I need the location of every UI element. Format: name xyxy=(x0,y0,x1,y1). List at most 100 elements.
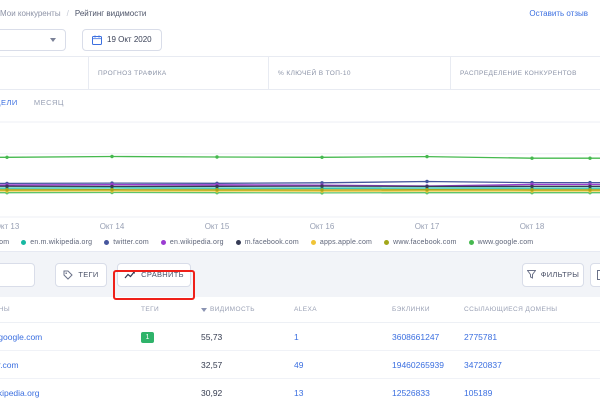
data-point xyxy=(5,156,8,159)
table-row: en.wikipedia.org 30,921312526833105189 xyxy=(0,379,600,400)
alexa-rank-link[interactable]: 13 xyxy=(294,388,392,398)
data-point xyxy=(215,185,218,188)
visibility-value: 30,92 xyxy=(201,388,294,398)
legend-item[interactable]: twitter.com xyxy=(104,239,149,246)
column-header-ref-domains[interactable]: ССЫЛАЮЩИЕСЯ ДОМЕНЫ xyxy=(464,306,600,313)
legend-dot xyxy=(311,240,316,245)
backlinks-link[interactable]: 19460265939 xyxy=(392,360,464,370)
chart-legend: youtube.com en.m.wikipedia.org twitter.com… xyxy=(0,239,600,246)
data-point xyxy=(320,156,323,159)
legend-label: www.facebook.com xyxy=(393,239,457,246)
data-point xyxy=(215,155,218,158)
tab-keys-in-top10[interactable]: % КЛЮЧЕЙ В ТОП-10 xyxy=(268,57,450,89)
sort-desc-icon xyxy=(201,308,207,312)
x-axis-label: Окт 16 xyxy=(310,222,335,231)
legend-item[interactable]: m.facebook.com xyxy=(236,239,299,246)
ref-domains-link[interactable]: 2775781 xyxy=(464,332,600,342)
data-point xyxy=(530,185,533,188)
legend-item[interactable]: www.google.com xyxy=(469,239,534,246)
column-header-visibility-label: ВИДИМОСТЬ xyxy=(210,306,255,313)
legend-label: en.m.wikipedia.org xyxy=(30,239,92,246)
tab-truncated xyxy=(0,57,88,89)
legend-dot xyxy=(161,240,166,245)
domains-table: ДОМЕНЫ ТЕГИ ВИДИМОСТЬ ALEXA БЭКЛИНКИ ССЫ… xyxy=(0,297,600,400)
column-header-tags[interactable]: ТЕГИ xyxy=(141,306,201,313)
cell-tags: 1 xyxy=(141,331,201,343)
lower-section: ТЕГИ СРАВНИТЬ ФИЛЬТРЫ xyxy=(0,252,600,400)
column-header-visibility[interactable]: ВИДИМОСТЬ xyxy=(201,306,294,313)
data-point xyxy=(425,180,428,183)
data-point xyxy=(215,188,218,191)
search-field[interactable] xyxy=(0,263,35,287)
project-select[interactable] xyxy=(0,29,66,51)
domain-link[interactable]: www.google.com xyxy=(0,332,141,342)
compare-button[interactable]: СРАВНИТЬ xyxy=(117,263,191,287)
x-axis-label: Окт 18 xyxy=(520,222,545,231)
period-option-weeks[interactable]: НЕДЕЛИ xyxy=(0,98,18,107)
domain-link[interactable]: en.wikipedia.org xyxy=(0,388,141,398)
app-viewport: Мои конкуренты / Рейтинг видимости Остав… xyxy=(0,0,600,400)
compare-button-label: СРАВНИТЬ xyxy=(141,270,184,279)
legend-label: youtube.com xyxy=(0,239,9,246)
tab-competitor-distribution[interactable]: РАСПРЕДЕЛЕНИЕ КОНКУРЕНТОВ xyxy=(450,57,600,89)
filters-button[interactable]: ФИЛЬТРЫ xyxy=(522,263,584,287)
breadcrumb-separator: / xyxy=(67,9,69,18)
legend-item[interactable]: www.facebook.com xyxy=(384,239,457,246)
tag-icon xyxy=(63,270,73,280)
breadcrumb: Мои конкуренты / Рейтинг видимости xyxy=(0,9,146,18)
data-point-end xyxy=(588,185,591,188)
data-point xyxy=(320,188,323,191)
top-bar: Мои конкуренты / Рейтинг видимости Остав… xyxy=(0,0,600,23)
data-point xyxy=(110,188,113,191)
legend-item[interactable]: apps.apple.com xyxy=(311,239,372,246)
data-point xyxy=(530,157,533,160)
x-axis-label: Окт 15 xyxy=(205,222,230,231)
breadcrumb-item-competitors[interactable]: Мои конкуренты xyxy=(0,9,61,18)
tab-traffic-forecast[interactable]: ПРОГНОЗ ТРАФИКА xyxy=(88,57,268,89)
domain-link[interactable]: twitter.com xyxy=(0,360,141,370)
x-axis-label: Окт 17 xyxy=(415,222,440,231)
period-option-month[interactable]: МЕСЯЦ xyxy=(34,98,64,107)
alexa-rank-link[interactable]: 1 xyxy=(294,332,392,342)
legend-item[interactable]: en.m.wikipedia.org xyxy=(21,239,92,246)
metric-tab-bar: ПРОГНОЗ ТРАФИКА % КЛЮЧЕЙ В ТОП-10 РАСПРЕ… xyxy=(0,56,600,90)
visibility-value: 55,73 xyxy=(201,332,294,342)
data-point-end xyxy=(588,157,591,160)
ref-domains-link[interactable]: 105189 xyxy=(464,388,600,398)
filters-button-label: ФИЛЬТРЫ xyxy=(541,270,580,279)
date-picker-button[interactable]: 19 Окт 2020 xyxy=(82,29,162,51)
legend-label: m.facebook.com xyxy=(245,239,299,246)
page-content: Мои конкуренты / Рейтинг видимости Остав… xyxy=(0,0,600,400)
series-line-twitter.com xyxy=(0,182,600,184)
chart-section: НЕДЕЛИ МЕСЯЦ Окт 13Окт 14Окт 15Окт 16Окт… xyxy=(0,96,600,252)
legend-label: www.google.com xyxy=(478,239,534,246)
data-point xyxy=(5,185,8,188)
backlinks-link[interactable]: 3608661247 xyxy=(392,332,464,342)
date-picker-value: 19 Окт 2020 xyxy=(107,35,152,44)
tags-button-label: ТЕГИ xyxy=(78,270,98,279)
columns-settings-button[interactable] xyxy=(590,263,600,287)
search-input[interactable] xyxy=(0,269,26,280)
breadcrumb-item-visibility-rating[interactable]: Рейтинг видимости xyxy=(75,9,147,18)
data-point xyxy=(425,185,428,188)
funnel-icon xyxy=(527,270,536,279)
legend-item[interactable]: en.wikipedia.org xyxy=(161,239,224,246)
controls-row: 19 Окт 2020 xyxy=(0,23,600,56)
table-row: www.google.com155,73136086612472775781 xyxy=(0,323,600,351)
chevron-down-icon xyxy=(50,38,56,42)
legend-item[interactable]: youtube.com xyxy=(0,239,9,246)
data-point xyxy=(530,188,533,191)
series-line-www.google.com xyxy=(0,157,600,159)
backlinks-link[interactable]: 12526833 xyxy=(392,388,464,398)
ref-domains-link[interactable]: 34720837 xyxy=(464,360,600,370)
column-header-domains[interactable]: ДОМЕНЫ xyxy=(0,306,141,313)
column-header-backlinks[interactable]: БЭКЛИНКИ xyxy=(392,306,464,313)
column-header-alexa[interactable]: ALEXA xyxy=(294,306,392,313)
alexa-rank-link[interactable]: 49 xyxy=(294,360,392,370)
tags-button[interactable]: ТЕГИ xyxy=(55,263,107,287)
leave-feedback-link[interactable]: Оставить отзыв xyxy=(529,9,588,18)
visibility-chart: Окт 13Окт 14Окт 15Окт 16Окт 17Окт 18 xyxy=(0,108,600,234)
tag-count-badge: 1 xyxy=(141,332,154,343)
table-header: ДОМЕНЫ ТЕГИ ВИДИМОСТЬ ALEXA БЭКЛИНКИ ССЫ… xyxy=(0,297,600,323)
legend-label: en.wikipedia.org xyxy=(170,239,224,246)
